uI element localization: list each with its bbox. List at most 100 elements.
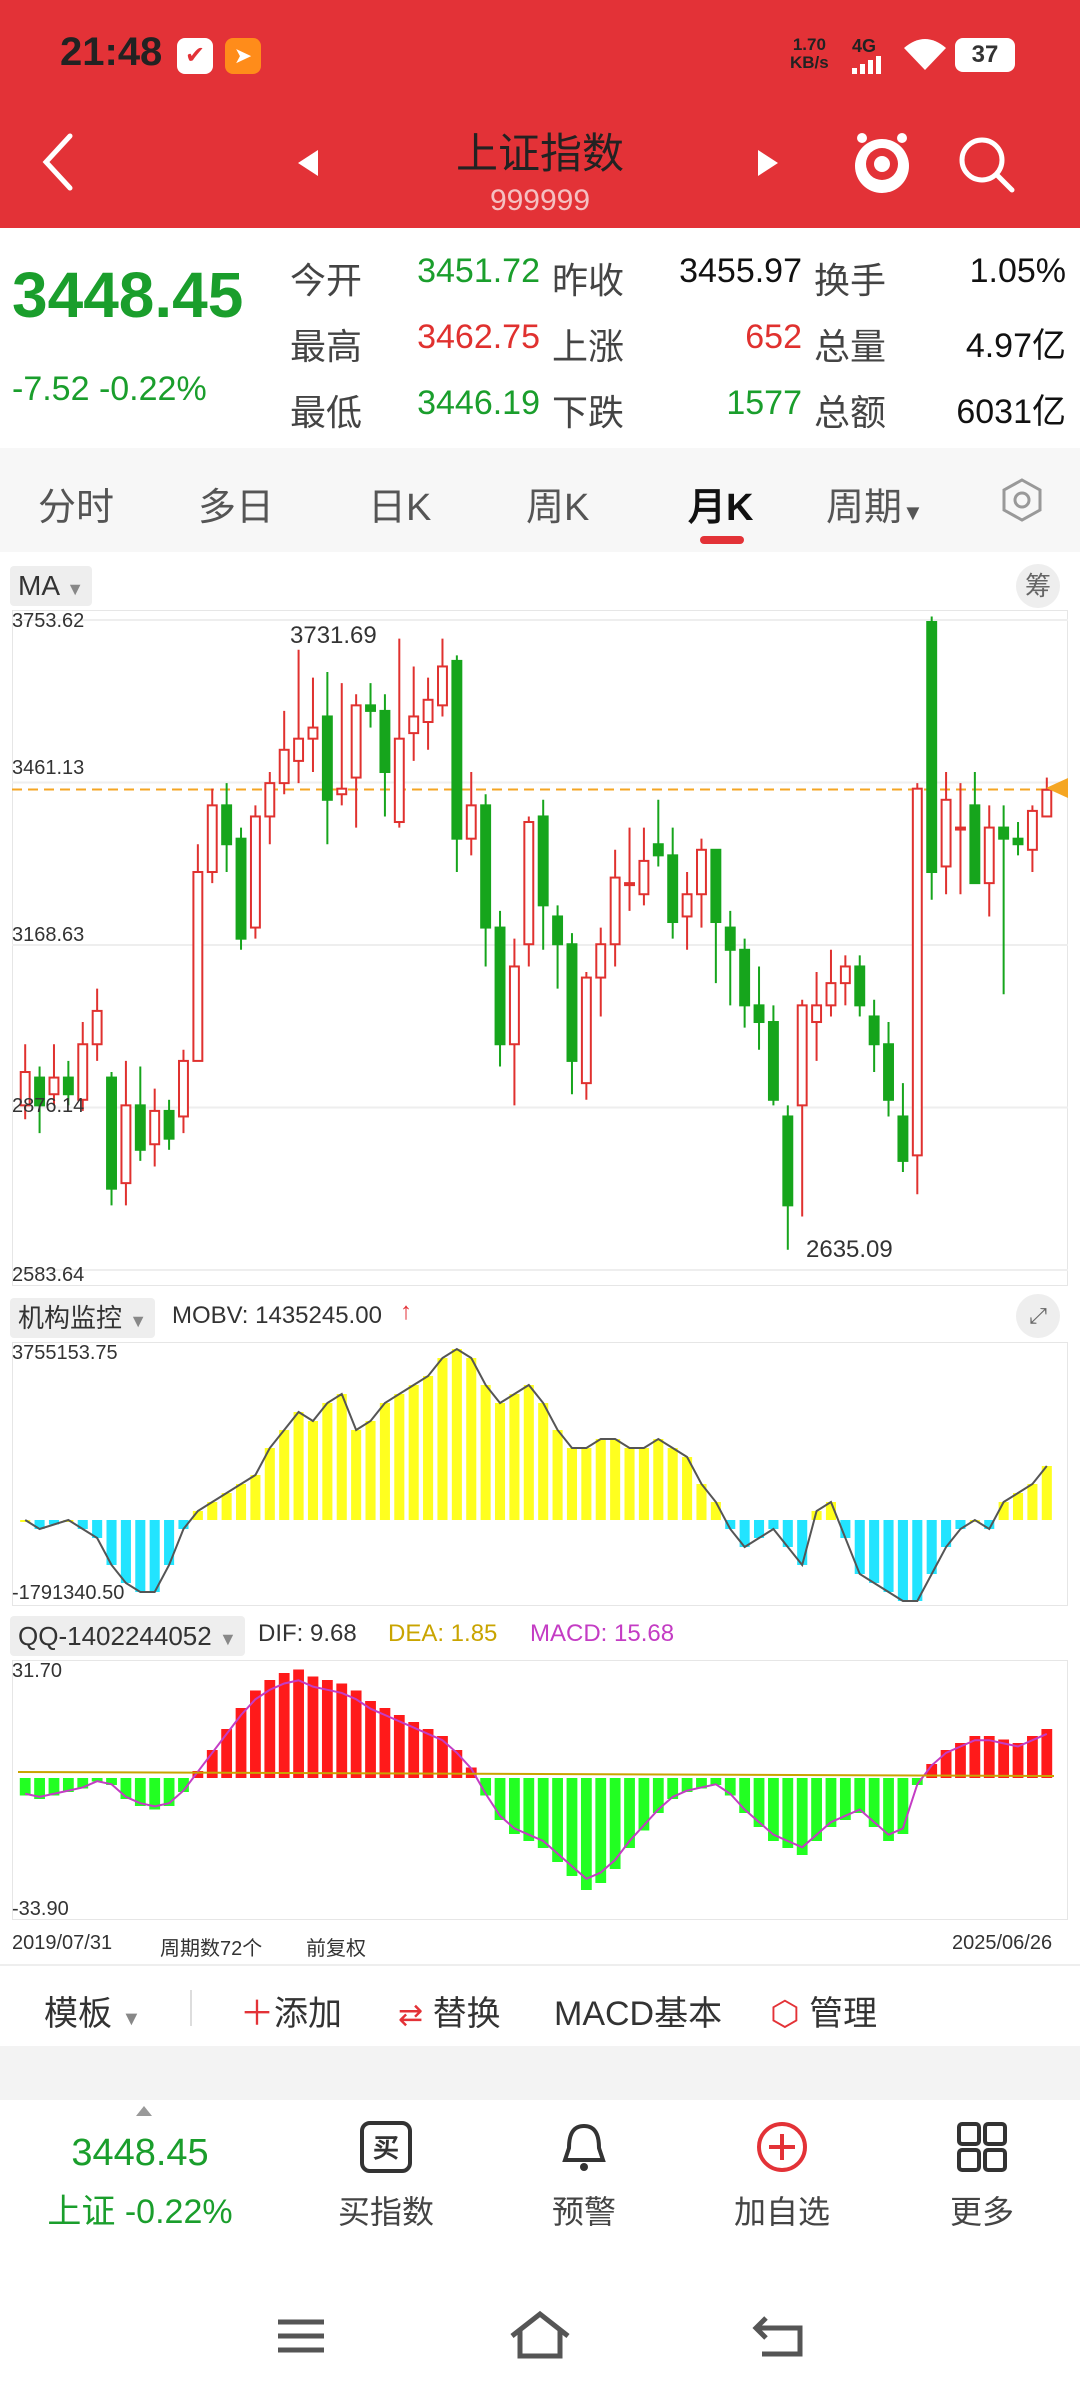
- mobv-bar: [595, 1439, 606, 1520]
- macd-bar: [163, 1778, 175, 1806]
- candle-body: [91, 1009, 103, 1046]
- wifi-icon: [904, 39, 946, 70]
- candle-body: [969, 804, 981, 885]
- adjust-type: 前复权: [306, 1938, 366, 1960]
- candle-body: [552, 915, 564, 946]
- mobv-bar: [610, 1439, 621, 1520]
- expand-icon[interactable]: ⤢: [1016, 1294, 1060, 1338]
- alert-button[interactable]: 预警: [504, 2120, 664, 2233]
- candle-body: [825, 982, 837, 1007]
- prev-close-label: 昨收: [552, 260, 625, 301]
- mobv-bar: [1027, 1484, 1038, 1520]
- signal-icon: [852, 56, 881, 74]
- candle-body: [264, 782, 276, 818]
- kline-chart[interactable]: [12, 610, 1068, 1286]
- mobv-min-label: -1791340.50: [12, 1582, 125, 1604]
- active-tab-indicator: [700, 536, 744, 544]
- tab-monthly-k[interactable]: 月K: [688, 476, 753, 531]
- candle-body: [1012, 837, 1024, 846]
- candle-body: [480, 804, 492, 929]
- send-notification-icon: ➤: [225, 38, 261, 74]
- add-circle-icon: [757, 2122, 807, 2172]
- expand-up-icon[interactable]: [134, 2104, 154, 2118]
- candle-body: [249, 815, 261, 929]
- settings-hex-icon[interactable]: [998, 476, 1046, 524]
- page-title: 上证指数: [455, 130, 624, 177]
- y-label-2: 3461.13: [12, 757, 85, 779]
- dea-line: [17, 1771, 1055, 1777]
- mobv-bar: [394, 1394, 405, 1520]
- bell-icon: [562, 2123, 606, 2171]
- mobv-bar: [322, 1403, 333, 1520]
- search-icon[interactable]: [956, 134, 1016, 194]
- macd-bar: [998, 1739, 1010, 1778]
- ma-selector[interactable]: MA ▼: [10, 566, 93, 606]
- open-value: 3451.72: [417, 252, 540, 290]
- candle-body: [652, 843, 664, 857]
- menu-icon[interactable]: [274, 2316, 328, 2356]
- battery-indicator: 37: [955, 38, 1015, 72]
- home-icon[interactable]: [508, 2310, 572, 2360]
- bottom-price[interactable]: 3448.45: [40, 2132, 240, 2175]
- divider: [0, 1964, 1080, 1966]
- macd-bar: [393, 1715, 405, 1778]
- candle-body: [336, 787, 348, 796]
- back-nav-icon[interactable]: [752, 2312, 808, 2358]
- macd-bar: [307, 1676, 319, 1778]
- tab-daily-k[interactable]: 日K: [368, 476, 431, 531]
- next-stock-icon[interactable]: [756, 148, 780, 178]
- mobv-selector[interactable]: 机构监控 ▼: [10, 1298, 156, 1338]
- candle-body: [120, 1104, 132, 1185]
- mobv-bar: [638, 1448, 649, 1520]
- macd-selector[interactable]: QQ-1402244052 ▼: [10, 1616, 245, 1656]
- mobv-bar: [667, 1448, 678, 1520]
- mobv-bar: [797, 1520, 808, 1565]
- mobv-chart[interactable]: [12, 1342, 1068, 1606]
- candle-body: [422, 698, 434, 724]
- candle-body: [796, 1004, 808, 1107]
- macd-bar: [580, 1778, 592, 1890]
- candle-body: [178, 1059, 189, 1118]
- tab-intraday[interactable]: 分时: [38, 476, 114, 531]
- candle-body: [911, 787, 923, 1157]
- add-indicator-button[interactable]: ＋添加: [240, 1986, 342, 2035]
- macd-bar: [940, 1750, 952, 1778]
- candle-body: [839, 965, 851, 985]
- app-notification-icon: ✔: [177, 38, 213, 74]
- replace-icon: ⇄: [398, 1999, 424, 2032]
- assistant-icon[interactable]: [850, 128, 914, 198]
- replace-button[interactable]: ⇄ 替换: [398, 1986, 501, 2035]
- add-watchlist-button[interactable]: 加自选: [702, 2120, 862, 2233]
- more-button[interactable]: 更多: [902, 2120, 1062, 2233]
- manage-button[interactable]: ⬡ 管理: [770, 1986, 877, 2035]
- mobv-bar: [437, 1358, 448, 1520]
- macd-basic-button[interactable]: MACD基本: [554, 1986, 722, 2035]
- tab-weekly-k[interactable]: 周K: [526, 476, 589, 531]
- buy-index-button[interactable]: 买 买指数: [306, 2120, 466, 2233]
- candle-body: [192, 871, 204, 1062]
- tab-period[interactable]: 周期▼: [826, 476, 924, 531]
- candle-body: [62, 1076, 74, 1096]
- template-button[interactable]: 模板 ▼: [44, 1986, 141, 2035]
- low-label: 最低: [290, 392, 363, 433]
- y-label-4: 2876.14: [12, 1095, 85, 1117]
- price-change: -7.52 -0.22%: [12, 370, 207, 408]
- candle-body: [321, 715, 333, 801]
- chip-distribution-button[interactable]: 筹: [1016, 564, 1060, 608]
- mobv-bar: [566, 1448, 578, 1520]
- toolbar-divider: [190, 1990, 192, 2026]
- macd-bar: [264, 1680, 276, 1778]
- tab-multi-day[interactable]: 多日: [198, 476, 274, 531]
- macd-bar: [854, 1778, 866, 1813]
- candle-body: [537, 815, 549, 907]
- candle-body: [494, 926, 506, 1046]
- macd-chart[interactable]: [12, 1660, 1068, 1920]
- mobv-bar: [250, 1475, 261, 1520]
- macd-bar: [983, 1736, 995, 1778]
- rise-value: 652: [745, 318, 802, 356]
- bottom-price-sub[interactable]: 上证 -0.22%: [30, 2184, 250, 2233]
- mobv-bar: [307, 1421, 319, 1520]
- high-label: 最高: [290, 326, 363, 367]
- mobv-bar: [279, 1430, 290, 1520]
- candle-body: [782, 1115, 794, 1207]
